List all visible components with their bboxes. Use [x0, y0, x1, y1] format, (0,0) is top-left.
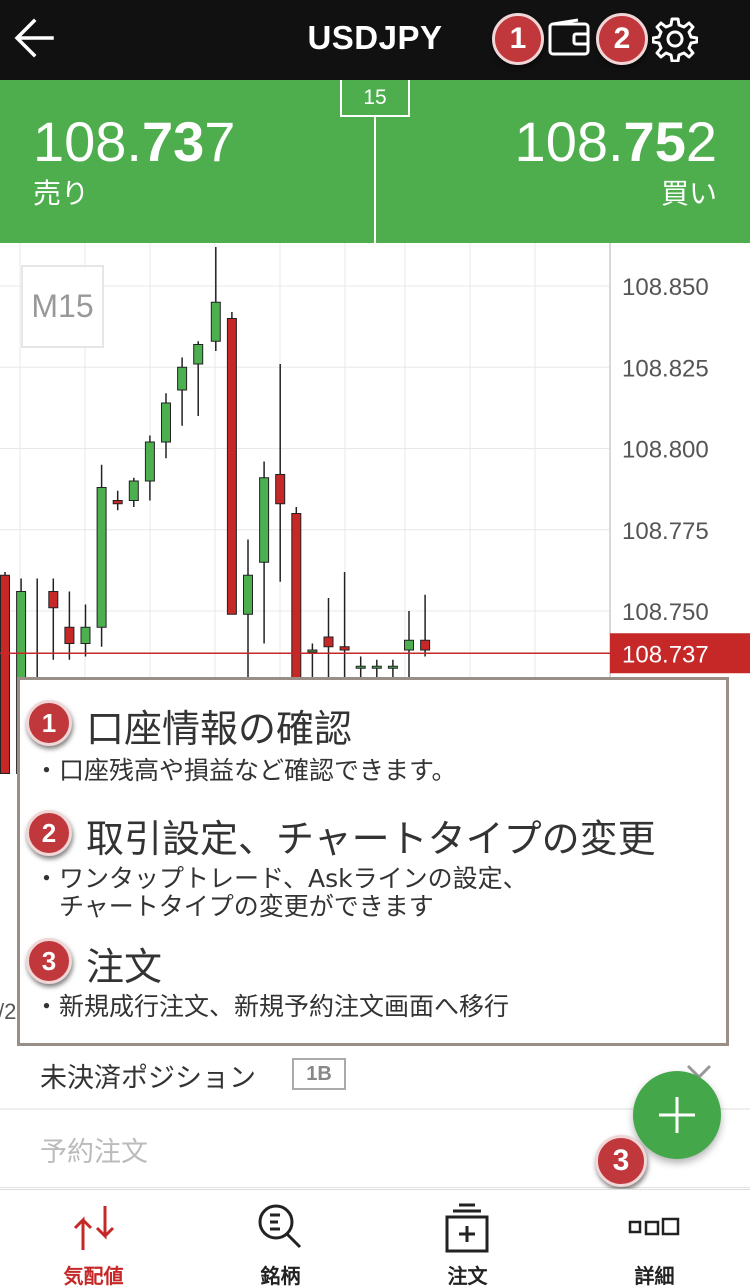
guide-desc-1: ・口座残高や損益など確認できます。 [34, 756, 457, 785]
candle-body [210, 301, 221, 342]
wallet-icon [548, 18, 590, 56]
candle-body [48, 591, 59, 609]
candle-body [226, 318, 237, 615]
candle-body [371, 665, 382, 669]
buy-price-pips: 75 [623, 110, 686, 173]
spread-badge: 15 [340, 80, 410, 117]
quote-panel: 15 108.737 売り 108.752 買い [0, 80, 750, 243]
guide-marker-1: 1 [26, 700, 72, 746]
guide-title-3: 注文 [86, 945, 163, 989]
buy-label: 買い [660, 177, 717, 210]
candle-body [307, 649, 318, 653]
candle-body [259, 477, 270, 563]
nav-label-order: 注文 [447, 1264, 488, 1287]
tutorial-marker-1: 1 [492, 13, 544, 65]
candle-body [323, 636, 334, 648]
x-axis-date-label: /2 [0, 999, 16, 1024]
sell-price-pips: 73 [142, 110, 205, 173]
nav-label-symbols: 銘柄 [260, 1264, 301, 1287]
y-tick-label: 108.775 [622, 518, 709, 545]
nav-item-order[interactable]: 注文 [374, 1190, 561, 1287]
nav-label-quotes: 気配値 [63, 1264, 124, 1287]
bottom-navigation: 気配値 銘柄 注文 詳細 [0, 1189, 750, 1287]
guide-title-2: 取引設定、チャートタイプの変更 [86, 817, 656, 861]
detail-grid-icon [628, 1217, 680, 1236]
timeframe-button[interactable]: M15 [21, 265, 104, 348]
y-tick-label: 108.825 [622, 355, 709, 382]
nav-item-details[interactable]: 詳細 [561, 1190, 748, 1287]
guide-marker-3: 3 [26, 938, 72, 984]
tutorial-marker-2: 2 [596, 13, 648, 65]
plus-icon [659, 1097, 695, 1133]
sell-label: 売り [33, 177, 90, 210]
guide-desc-2a: ・ワンタップトレード、Askラインの設定、 [34, 864, 528, 893]
y-tick-label: 108.800 [622, 437, 709, 464]
guide-title-1: 口座情報の確認 [86, 707, 353, 751]
tutorial-guide-panel: 1 口座情報の確認 ・口座残高や損益など確認できます。 2 取引設定、チャートタ… [17, 677, 729, 1046]
candle-body [177, 366, 188, 391]
buy-price-button[interactable]: 108.752 [515, 110, 717, 174]
candle-body [80, 626, 91, 644]
tutorial-marker-3: 3 [595, 1135, 647, 1187]
quote-divider [374, 116, 376, 243]
candle-body [275, 474, 286, 505]
y-tick-label: 108.850 [622, 274, 709, 301]
gear-icon [651, 17, 699, 63]
nav-item-symbols[interactable]: 銘柄 [187, 1190, 374, 1287]
quote-arrows-icon [73, 1206, 115, 1250]
y-tick-label: 108.750 [622, 599, 709, 626]
guide-desc-2b: チャートタイプの変更ができます [34, 892, 434, 921]
pending-orders-label: 予約注文 [40, 1137, 148, 1168]
candle-body [193, 344, 204, 365]
current-price-label: 108.737 [622, 641, 709, 668]
nav-label-details: 詳細 [634, 1264, 675, 1287]
open-positions-label: 未決済ポジション [40, 1063, 256, 1094]
candle-body [355, 665, 366, 669]
candle-body [420, 639, 431, 651]
sell-price-fraction: 7 [204, 110, 236, 173]
candle-body [64, 626, 75, 644]
new-order-fab[interactable] [633, 1071, 721, 1159]
guide-marker-2: 2 [26, 810, 72, 856]
candle-body [243, 574, 253, 615]
sell-price-button[interactable]: 108.737 [33, 110, 235, 174]
candle-body [161, 402, 171, 443]
buy-price-fraction: 2 [685, 110, 717, 173]
order-add-icon [445, 1203, 489, 1253]
candle-body [112, 500, 123, 505]
buy-price-prefix: 108. [514, 110, 624, 173]
sell-price-prefix: 108. [33, 110, 142, 173]
settings-button[interactable] [651, 16, 699, 63]
app-header: USDJPY 1 2 [0, 0, 750, 80]
guide-desc-3: ・新規成行注文、新規予約注文画面へ移行 [34, 992, 510, 1021]
candle-body [339, 646, 350, 651]
candle-body [144, 441, 155, 482]
candle-body [404, 639, 414, 651]
candle-body [387, 665, 398, 669]
candle-body [96, 487, 107, 628]
candle-body [128, 480, 139, 501]
symbol-search-icon [258, 1204, 302, 1249]
account-wallet-button[interactable] [548, 18, 592, 58]
position-count-badge: 1B [292, 1058, 346, 1090]
nav-item-quotes[interactable]: 気配値 [0, 1190, 187, 1287]
candle-body [0, 574, 10, 774]
